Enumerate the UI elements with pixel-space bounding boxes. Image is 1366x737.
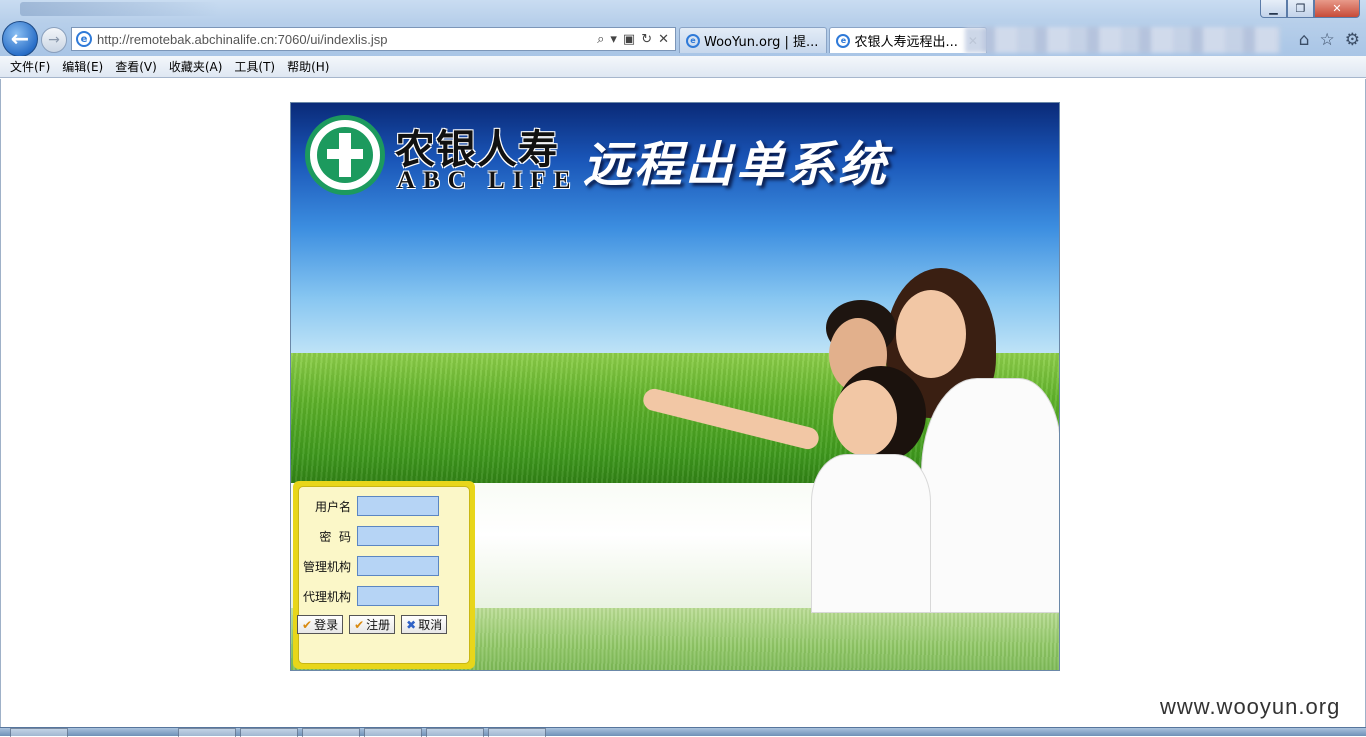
username-label: 用户名 — [314, 499, 351, 514]
home-icon[interactable]: ⌂ — [1299, 30, 1310, 50]
checkmark-icon: ✔ — [302, 617, 313, 632]
tab-wooyun[interactable]: e WooYun.org | 提... — [679, 27, 828, 53]
system-title: 远程出单系统 — [583, 137, 890, 193]
ie-page-icon: e — [76, 31, 92, 47]
ie-tab-icon: e — [686, 33, 700, 48]
restore-button[interactable]: ❐ — [1287, 0, 1314, 18]
tab-label: 农银人寿远程出... — [854, 35, 958, 50]
manage-org-input[interactable] — [357, 556, 439, 576]
login-form: 用户名 密 码 管理机构 代理机构 ✔ 登录 ✔ 注册 ✖ 取消 — [297, 486, 470, 664]
arrow-left-icon: ← — [10, 26, 30, 52]
compat-view-icon[interactable]: ▣ — [623, 32, 635, 47]
search-icon[interactable]: ⌕ — [597, 32, 604, 47]
address-url[interactable]: http://remotebak.abchinalife.cn:7060/ui/… — [97, 32, 388, 47]
menu-tools[interactable]: 工具(T) — [228, 58, 281, 75]
menu-view[interactable]: 查看(V) — [109, 58, 163, 75]
login-banner: 农银人寿 ABC LIFE 远程出单系统 用户名 密 码 管理机构 代理机构 ✔… — [290, 102, 1060, 671]
tab-strip: e WooYun.org | 提... e 农银人寿远程出... ✕ — [679, 27, 987, 53]
family-photo — [641, 268, 1059, 613]
refresh-icon[interactable]: ↻ — [641, 32, 652, 47]
favorites-star-icon[interactable]: ☆ — [1320, 30, 1335, 50]
login-button-label: 登录 — [314, 618, 339, 632]
agent-org-label: 代理机构 — [302, 589, 351, 604]
login-buttons: ✔ 登录 ✔ 注册 ✖ 取消 — [297, 615, 448, 634]
register-button-label: 注册 — [366, 618, 391, 632]
stop-icon[interactable]: ✕ — [658, 32, 669, 47]
tab-abclife[interactable]: e 农银人寿远程出... ✕ — [829, 27, 987, 53]
address-bar[interactable]: e http://remotebak.abchinalife.cn:7060/u… — [71, 27, 676, 51]
ie-tab-icon: e — [836, 33, 851, 48]
agent-org-row: 代理机构 — [299, 585, 469, 607]
manage-org-row: 管理机构 — [299, 555, 469, 577]
password-label: 密 码 — [319, 529, 351, 544]
brand-name-en: ABC LIFE — [397, 167, 579, 194]
menu-file[interactable]: 文件(F) — [4, 58, 56, 75]
windows-taskbar — [0, 727, 1366, 737]
menu-edit[interactable]: 编辑(E) — [56, 58, 109, 75]
login-button[interactable]: ✔ 登录 — [297, 615, 344, 634]
username-input[interactable] — [357, 496, 439, 516]
close-window-button[interactable]: ✕ — [1314, 0, 1360, 18]
blurred-tabs — [965, 27, 1280, 53]
browser-tools: ⌂ ☆ ⚙ — [1299, 30, 1360, 50]
browser-titlebar: ▁ ❐ ✕ ← → e http://remotebak.abchinalife… — [0, 0, 1366, 57]
password-row: 密 码 — [299, 525, 469, 547]
menu-help[interactable]: 帮助(H) — [281, 58, 335, 75]
abc-life-logo — [305, 115, 385, 195]
cancel-button[interactable]: ✖ 取消 — [401, 615, 448, 634]
tab-label: WooYun.org | 提... — [704, 35, 819, 50]
menu-bar: 文件(F) 编辑(E) 查看(V) 收藏夹(A) 工具(T) 帮助(H) — [0, 56, 1366, 78]
arrow-right-icon: → — [48, 32, 60, 48]
agent-org-input[interactable] — [357, 586, 439, 606]
window-caption — [20, 2, 220, 16]
manage-org-label: 管理机构 — [302, 559, 351, 574]
password-input[interactable] — [357, 526, 439, 546]
gear-icon[interactable]: ⚙ — [1345, 30, 1360, 50]
minimize-button[interactable]: ▁ — [1260, 0, 1287, 18]
username-row: 用户名 — [299, 495, 469, 517]
back-button[interactable]: ← — [2, 21, 38, 57]
wooyun-watermark: www.wooyun.org — [1160, 694, 1341, 719]
forward-button[interactable]: → — [41, 27, 67, 53]
checkmark-icon: ✔ — [354, 617, 365, 632]
dropdown-icon[interactable]: ▾ — [610, 32, 617, 47]
register-button[interactable]: ✔ 注册 — [349, 615, 396, 634]
cancel-button-label: 取消 — [418, 618, 443, 632]
window-controls: ▁ ❐ ✕ — [1260, 0, 1360, 18]
address-tools: ⌕ ▾ ▣ ↻ ✕ — [597, 32, 675, 47]
cross-icon: ✖ — [406, 617, 417, 632]
login-panel: 用户名 密 码 管理机构 代理机构 ✔ 登录 ✔ 注册 ✖ 取消 — [293, 481, 475, 669]
menu-favorites[interactable]: 收藏夹(A) — [163, 58, 229, 75]
